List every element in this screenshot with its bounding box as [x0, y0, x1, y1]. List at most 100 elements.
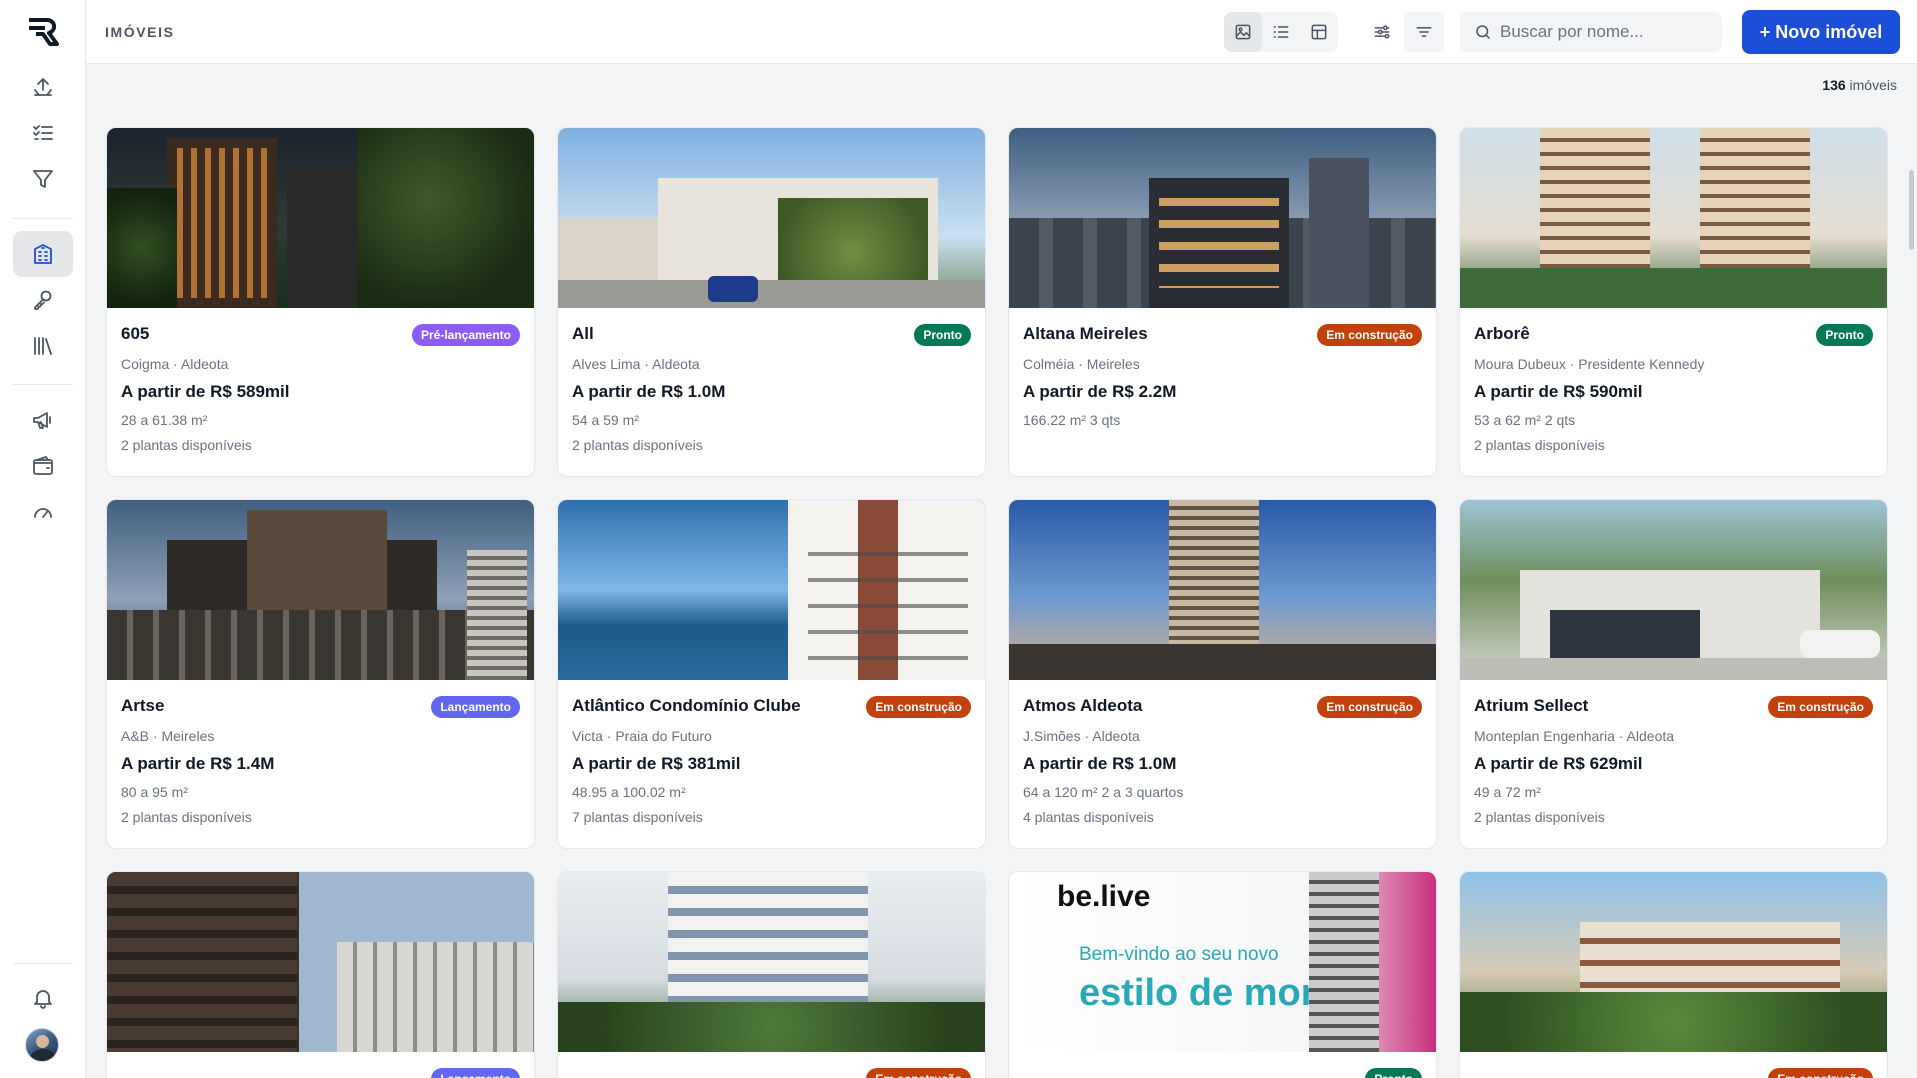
sidebar-divider	[13, 218, 73, 219]
property-name: Arborê	[1474, 324, 1530, 343]
sidebar-divider	[13, 963, 73, 964]
property-location: A&B · Meireles	[121, 728, 215, 744]
wallet-icon	[33, 456, 53, 475]
property-photo	[558, 872, 985, 1052]
property-location: Colméia · Meireles	[1023, 356, 1140, 372]
scrollbar[interactable]	[1907, 64, 1917, 1078]
scrollbar-thumb[interactable]	[1909, 170, 1914, 250]
status-badge: Pronto	[1816, 324, 1873, 346]
card-body: Atmos Aldeota Em construção J.Simões · A…	[1023, 696, 1422, 825]
property-photo	[107, 500, 534, 680]
library-icon	[34, 337, 52, 355]
property-photo: be.live Bem-vindo ao seu novo estilo de …	[1009, 872, 1436, 1052]
sliders-icon	[1374, 25, 1390, 39]
sidebar-item-filter[interactable]	[13, 156, 73, 202]
view-gallery-button[interactable]	[1224, 12, 1262, 52]
property-grid: 605 Pré-lançamento Coigma · Aldeota A pa…	[106, 127, 1891, 1078]
property-plans: 2 plantas disponíveis	[572, 437, 703, 453]
property-area: 54 a 59 m²	[572, 412, 639, 428]
property-photo	[107, 872, 534, 1052]
filter-icon	[33, 170, 53, 188]
property-count: 136 imóveis	[1822, 77, 1897, 93]
status-badge: Pronto	[1365, 1068, 1422, 1078]
card-body: Artse Lançamento A&B · Meireles A partir…	[121, 696, 520, 825]
sidebar-item-imoveis[interactable]	[13, 231, 73, 277]
property-photo	[107, 128, 534, 308]
property-location: Coigma · Aldeota	[121, 356, 229, 372]
search-input[interactable]	[1500, 12, 1714, 52]
sidebar	[0, 0, 86, 1078]
filter-lines-icon	[1416, 27, 1432, 37]
status-badge: Em construção	[866, 696, 971, 718]
property-price: A partir de R$ 1.0M	[572, 382, 726, 401]
status-badge: Lançamento	[431, 1068, 520, 1078]
gallery-view-icon	[1235, 24, 1251, 40]
sidebar-item-keys[interactable]	[13, 277, 73, 323]
property-price: A partir de R$ 589mil	[121, 382, 290, 401]
status-badge: Em construção	[866, 1068, 971, 1078]
property-area: 28 a 61.38 m²	[121, 412, 208, 428]
sidebar-item-dashboard[interactable]	[13, 489, 73, 535]
status-badge: Em construção	[1317, 696, 1422, 718]
card-body: Atrium Sellect Em construção Monteplan E…	[1474, 696, 1873, 825]
bell-icon	[34, 990, 52, 1009]
ad-brand: be.live	[1057, 880, 1151, 913]
property-area: 64 a 120 m² 2 a 3 quartos	[1023, 784, 1184, 800]
property-photo	[558, 128, 985, 308]
status-badge: Lançamento	[431, 696, 520, 718]
filter-button[interactable]	[1404, 12, 1444, 52]
building-icon	[34, 244, 52, 264]
property-card[interactable]: Artse Lançamento A&B · Meireles A partir…	[106, 499, 535, 849]
property-card[interactable]: Atmos Aldeota Em construção J.Simões · A…	[1008, 499, 1437, 849]
upload-icon	[34, 78, 52, 96]
view-mode-toggle	[1224, 12, 1338, 52]
property-price: A partir de R$ 1.0M	[1023, 754, 1177, 773]
status-badge: Em construção	[1768, 1068, 1873, 1078]
property-count-number: 136	[1822, 77, 1846, 93]
property-card[interactable]: 605 Pré-lançamento Coigma · Aldeota A pa…	[106, 127, 535, 477]
status-badge: Pré-lançamento	[411, 324, 520, 346]
sidebar-item-marketing[interactable]	[13, 397, 73, 443]
property-price: A partir de R$ 381mil	[572, 754, 741, 773]
property-photo	[1460, 872, 1887, 1052]
property-card[interactable]: All Pronto Alves Lima · Aldeota A partir…	[557, 127, 986, 477]
property-card[interactable]: Lançamento	[106, 871, 535, 1078]
search-box	[1460, 12, 1722, 52]
property-plans: 2 plantas disponíveis	[1474, 437, 1605, 453]
sidebar-item-wallet[interactable]	[13, 443, 73, 489]
property-name: All	[572, 324, 594, 343]
property-plans: 2 plantas disponíveis	[1474, 809, 1605, 825]
search-icon	[1476, 25, 1490, 39]
property-card[interactable]: Arborê Pronto Moura Dubeux · Presidente …	[1459, 127, 1888, 477]
property-area: 80 a 95 m²	[121, 784, 188, 800]
view-table-button[interactable]	[1300, 12, 1338, 52]
settings-button[interactable]	[1362, 12, 1402, 52]
table-view-icon	[1311, 24, 1327, 40]
property-photo	[1009, 500, 1436, 680]
card-body: All Pronto Alves Lima · Aldeota A partir…	[572, 324, 971, 453]
property-price: A partir de R$ 1.4M	[121, 754, 275, 773]
property-card[interactable]: Em construção	[557, 871, 986, 1078]
property-area: 49 a 72 m²	[1474, 784, 1541, 800]
sidebar-item-notifications[interactable]	[13, 975, 73, 1021]
sidebar-item-checklist[interactable]	[13, 110, 73, 156]
view-list-button[interactable]	[1262, 12, 1300, 52]
ad-tagline: Bem-vindo ao seu novo	[1079, 944, 1279, 965]
property-card[interactable]: Altana Meireles Em construção Colméia · …	[1008, 127, 1437, 477]
property-photo	[1460, 128, 1887, 308]
property-card[interactable]: Em construção	[1459, 871, 1888, 1078]
property-card[interactable]: be.live Bem-vindo ao seu novo estilo de …	[1008, 871, 1437, 1078]
property-card[interactable]: Atlântico Condomínio Clube Em construção…	[557, 499, 986, 849]
logo-icon[interactable]	[25, 16, 61, 48]
property-card[interactable]: Atrium Sellect Em construção Monteplan E…	[1459, 499, 1888, 849]
property-area: 166.22 m² 3 qts	[1023, 412, 1121, 428]
sidebar-item-upload[interactable]	[13, 64, 73, 110]
avatar[interactable]	[25, 1028, 59, 1062]
card-body: 605 Pré-lançamento Coigma · Aldeota A pa…	[121, 324, 520, 453]
new-property-button[interactable]: + Novo imóvel	[1742, 10, 1900, 54]
property-location: Victa · Praia do Futuro	[572, 728, 712, 744]
sidebar-item-library[interactable]	[13, 323, 73, 369]
property-location: Alves Lima · Aldeota	[572, 356, 700, 372]
property-price: A partir de R$ 2.2M	[1023, 382, 1177, 401]
status-badge: Pronto	[914, 324, 971, 346]
